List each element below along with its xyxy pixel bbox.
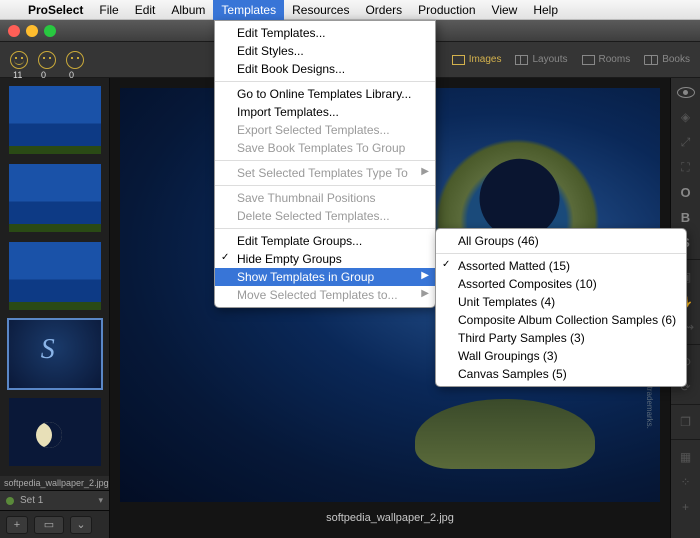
grid-icon[interactable]: ▦ [677,449,695,465]
tab-books[interactable]: Books [644,54,690,65]
submenu-arrow-icon: ▶ [421,288,429,299]
menu-item[interactable]: Edit Book Designs... [215,60,435,78]
face-neutral[interactable]: 0 [38,51,56,69]
menu-item[interactable]: Hide Empty Groups✓ [215,250,435,268]
submenu-item[interactable]: Composite Album Collection Samples (6) [436,311,686,329]
plus-icon[interactable]: + [677,499,695,515]
tab-images[interactable]: Images [452,54,502,65]
menu-item: Save Thumbnail Positions [215,189,435,207]
menu-help[interactable]: Help [525,0,566,20]
thumbnail-3[interactable] [9,242,101,310]
rating-faces: 11 0 0 [0,51,84,69]
window-zoom-button[interactable] [44,25,56,37]
menu-edit[interactable]: Edit [127,0,164,20]
submenu-item[interactable]: Canvas Samples (5) [436,365,686,383]
layers-icon[interactable]: ❐ [677,414,695,430]
window-minimize-button[interactable] [26,25,38,37]
sidebar: softpedia_wallpaper_2.jpg Set 1 ▾ + ▭ ⌄ [0,78,110,538]
submenu-arrow-icon: ▶ [421,270,429,281]
set-selector[interactable]: Set 1 ▾ [0,490,109,510]
submenu-item[interactable]: Assorted Composites (10) [436,275,686,293]
set-color-dot [6,497,14,505]
chevron-down-icon: ▾ [98,495,103,506]
submenu-arrow-icon: ▶ [421,166,429,177]
dots-icon[interactable]: ⁘ [677,474,695,490]
face-happy[interactable]: 11 [10,51,28,69]
layouts-icon [515,55,528,65]
tab-rooms[interactable]: Rooms [582,54,631,65]
rooms-icon [582,55,595,65]
thumbnail-5[interactable] [9,398,101,466]
submenu-item[interactable]: Unit Templates (4) [436,293,686,311]
menu-item[interactable]: Go to Online Templates Library... [215,85,435,103]
menu-file[interactable]: File [91,0,126,20]
tab-images-label: Images [469,54,502,65]
set-label: Set 1 [20,495,43,506]
corners-icon[interactable]: ⛶ [677,159,695,175]
menu-item: Set Selected Templates Type To▶ [215,164,435,182]
tool-b[interactable]: B [677,209,695,225]
menu-item: Move Selected Templates to...▶ [215,286,435,304]
menu-item: Export Selected Templates... [215,121,435,139]
sidebar-bottom-tools: + ▭ ⌄ [0,510,109,538]
view-tabs: Images Layouts Rooms Books [452,54,700,65]
window-close-button[interactable] [8,25,20,37]
books-icon [644,55,658,65]
menu-production[interactable]: Production [410,0,483,20]
menu-item[interactable]: Show Templates in Group▶ [215,268,435,286]
menu-separator [215,228,435,229]
separator [671,439,700,440]
submenu-item[interactable]: Assorted Matted (15)✓ [436,257,686,275]
tag-icon[interactable]: ◈ [677,109,695,125]
thumbnail-1[interactable] [9,86,101,154]
check-icon: ✓ [442,259,450,270]
menu-resources[interactable]: Resources [284,0,357,20]
tab-rooms-label: Rooms [599,54,631,65]
submenu-item[interactable]: Wall Groupings (3) [436,347,686,365]
menu-separator [215,81,435,82]
menu-item[interactable]: Edit Styles... [215,42,435,60]
expand-icon[interactable]: ⤢ [677,134,695,150]
tab-books-label: Books [662,54,690,65]
menu-item[interactable]: Edit Templates... [215,24,435,42]
tab-layouts-label: Layouts [532,54,567,65]
submenu-item[interactable]: Third Party Samples (3) [436,329,686,347]
tool-o[interactable]: O [677,184,695,200]
templates-groups-submenu: All Groups (46) Assorted Matted (15)✓Asso… [435,228,687,387]
tool-button-b[interactable]: ▭ [34,516,64,534]
macos-menubar: ProSelect File Edit Album Templates Reso… [0,0,700,20]
separator [671,404,700,405]
check-icon: ✓ [221,252,229,263]
menu-separator [215,185,435,186]
submenu-item[interactable]: All Groups (46) [436,232,686,250]
canvas-filename: softpedia_wallpaper_2.jpg [110,512,670,524]
menu-templates[interactable]: Templates [213,0,284,20]
menu-item: Save Book Templates To Group [215,139,435,157]
menu-view[interactable]: View [484,0,526,20]
thumbnail-2[interactable] [9,164,101,232]
thumbnail-4[interactable] [9,320,101,388]
tab-layouts[interactable]: Layouts [515,54,567,65]
app-name[interactable]: ProSelect [20,3,91,17]
tool-button-c[interactable]: ⌄ [70,516,92,534]
thumbnail-list [0,78,109,476]
menu-orders[interactable]: Orders [357,0,410,20]
eye-icon[interactable] [677,84,695,100]
menu-item[interactable]: Import Templates... [215,103,435,121]
add-button[interactable]: + [6,516,28,534]
menu-album[interactable]: Album [163,0,213,20]
face-sad[interactable]: 0 [66,51,84,69]
images-icon [452,55,465,65]
menu-separator [215,160,435,161]
templates-dropdown: Edit Templates...Edit Styles...Edit Book… [214,20,436,308]
menu-item[interactable]: Edit Template Groups... [215,232,435,250]
thumbnail-filename: softpedia_wallpaper_2.jpg [0,476,109,490]
menu-item: Delete Selected Templates... [215,207,435,225]
menu-separator [436,253,686,254]
